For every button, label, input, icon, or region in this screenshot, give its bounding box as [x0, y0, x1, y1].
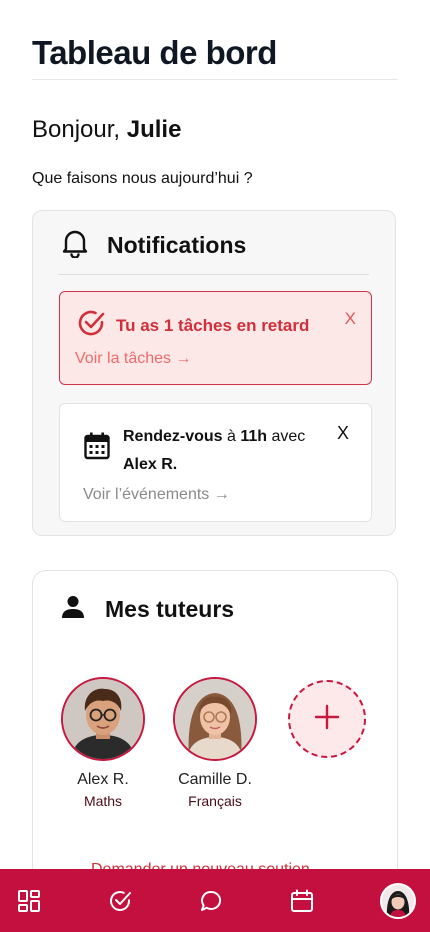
- tutor-name: Alex R.: [77, 771, 129, 788]
- bell-icon: [61, 228, 89, 263]
- notifications-header: Notifications: [61, 229, 246, 261]
- appointment-notification[interactable]: Rendez-vous à 11h avec Alex R. X Voir l’…: [59, 403, 372, 522]
- dismiss-overdue-button[interactable]: X: [345, 310, 356, 327]
- tutor-subject: Maths: [83, 793, 123, 809]
- overdue-tasks-notification[interactable]: Tu as 1 tâches en retard X Voir la tâche…: [59, 291, 372, 385]
- profile-avatar[interactable]: [380, 882, 416, 919]
- greeting: Bonjour, Julie: [32, 116, 181, 144]
- dismiss-appointment-button[interactable]: X: [337, 424, 349, 442]
- appointment-person: Alex R.: [123, 456, 178, 473]
- tutors-title: Mes tuteurs: [105, 596, 235, 622]
- dashboard-grid-icon[interactable]: [16, 888, 42, 914]
- tutor-name: Camille D.: [178, 771, 252, 788]
- notifications-card: Notifications Tu as 1 tâches en retard X…: [32, 210, 396, 536]
- chat-bubble-icon[interactable]: [198, 888, 224, 914]
- bottom-navigation: [0, 869, 430, 932]
- appointment-label: Rendez-vous: [123, 428, 223, 445]
- appointment-text: Rendez-vous à 11h avec Alex R.: [123, 423, 323, 479]
- plus-icon: [314, 704, 340, 735]
- calendar-icon: [84, 432, 110, 465]
- greeting-prefix: Bonjour,: [32, 116, 127, 143]
- title-divider: [32, 79, 398, 80]
- appointment-time: 11h: [240, 428, 268, 445]
- tutor-card-camille[interactable]: Camille D. Français: [160, 677, 270, 809]
- page-title: Tableau de bord: [32, 34, 277, 71]
- notifications-title: Notifications: [107, 231, 247, 258]
- tutor-avatar: [61, 677, 145, 761]
- tutor-avatar: [173, 677, 257, 761]
- tutors-card: Mes tuteurs Alex R. Maths Camille D. Fra…: [32, 570, 398, 910]
- view-tasks-link[interactable]: Voir la tâches →: [75, 350, 192, 368]
- appointment-at: à: [222, 428, 241, 445]
- overdue-row: Tu as 1 tâches en retard: [76, 308, 309, 343]
- check-circle-icon: [76, 308, 106, 343]
- overdue-tasks-text: Tu as 1 tâches en retard: [116, 315, 310, 335]
- view-events-link[interactable]: Voir l’événements →: [83, 486, 230, 504]
- tutors-header: Mes tuteurs: [61, 595, 234, 624]
- check-circle-icon[interactable]: [107, 888, 133, 914]
- greeting-subtitle: Que faisons nous aujourd’hui ?: [32, 170, 253, 187]
- user-name: Julie: [126, 116, 182, 143]
- calendar-icon[interactable]: [289, 888, 315, 914]
- tutor-card-alex[interactable]: Alex R. Maths: [48, 677, 158, 809]
- notifications-divider: [59, 274, 369, 275]
- add-tutor-button[interactable]: [288, 680, 366, 758]
- appointment-with: avec: [267, 428, 306, 445]
- person-icon: [61, 595, 85, 624]
- tutor-subject: Français: [188, 793, 242, 809]
